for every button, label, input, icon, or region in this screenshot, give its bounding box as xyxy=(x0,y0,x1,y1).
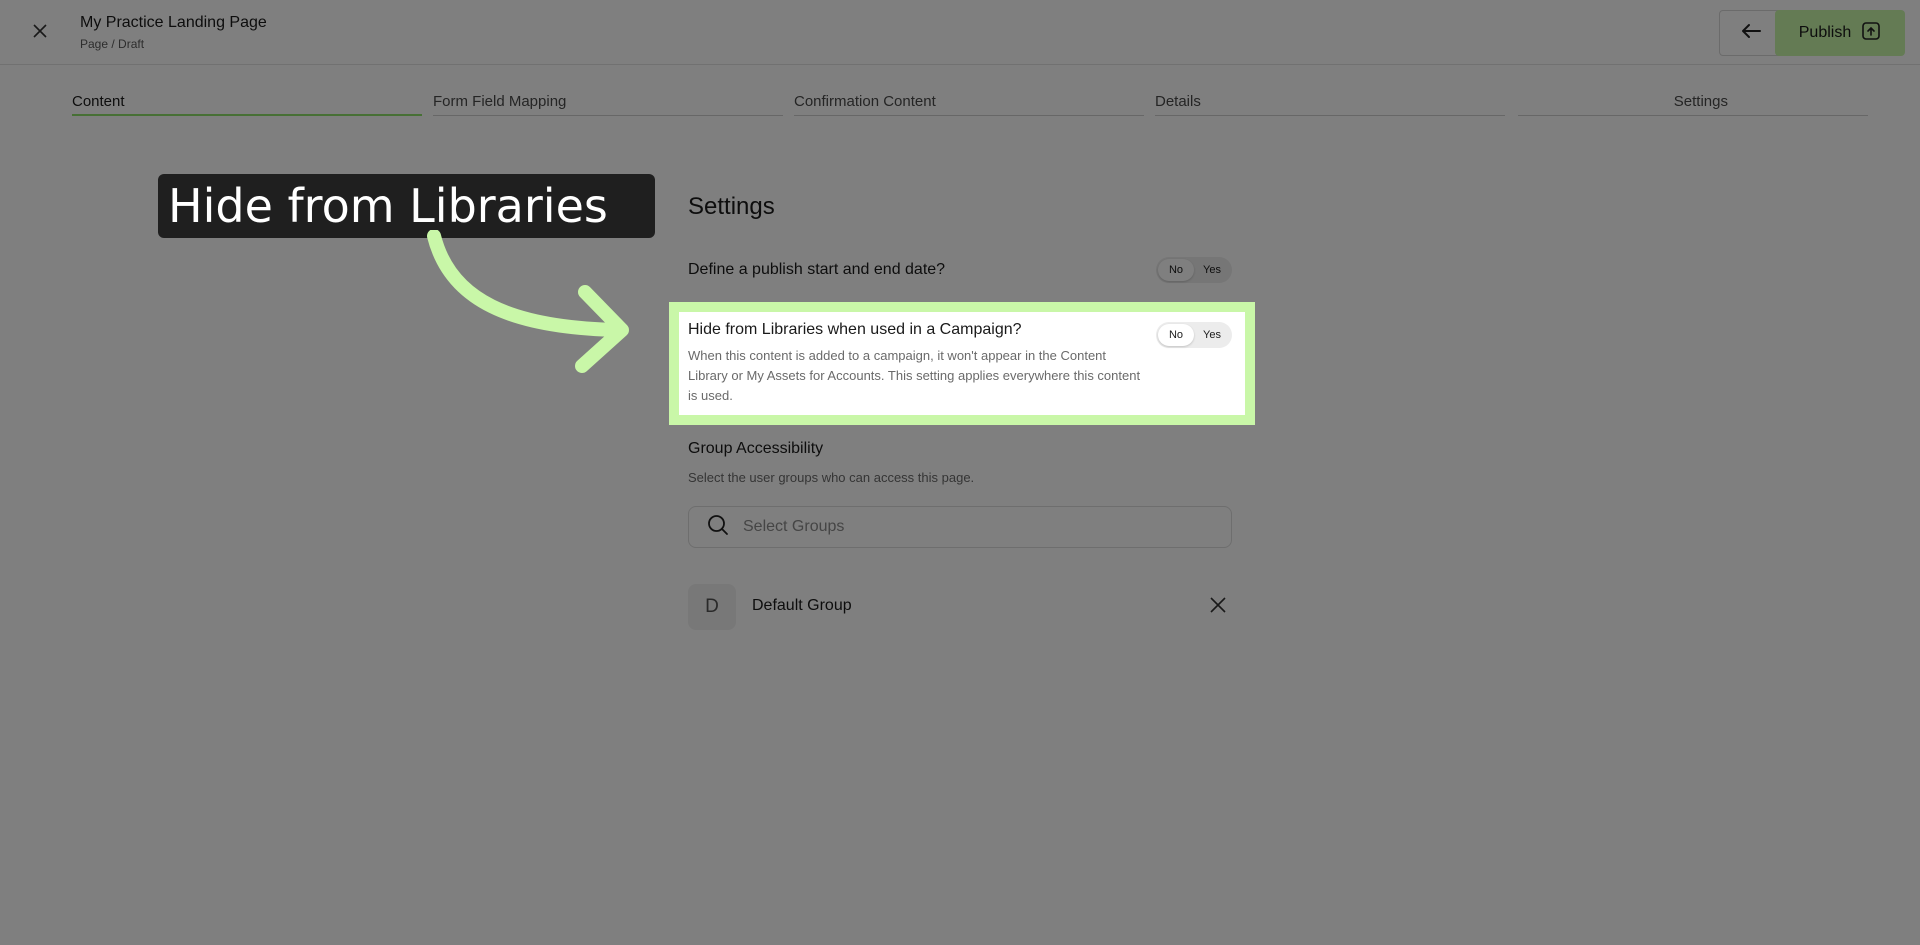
search-icon xyxy=(707,514,729,541)
toggle-option-no[interactable]: No xyxy=(1158,259,1194,281)
group-accessibility-heading: Group Accessibility xyxy=(688,440,824,457)
hide-libraries-toggle[interactable]: No Yes xyxy=(1156,322,1232,348)
remove-group-button[interactable] xyxy=(1204,593,1232,621)
publish-button[interactable]: Publish xyxy=(1775,10,1905,56)
back-button[interactable] xyxy=(1719,10,1783,56)
arrow-left-icon xyxy=(1741,23,1761,44)
select-groups-input[interactable] xyxy=(741,517,1201,537)
publish-label: Publish xyxy=(1798,24,1852,41)
app-window: My Practice Landing Page Page / Draft Pu… xyxy=(0,0,1920,945)
publish-icon xyxy=(1861,21,1881,46)
highlighted-setting-frame: Hide from Libraries when used in a Campa… xyxy=(669,302,1255,425)
tab-confirmation-content[interactable]: Confirmation Content xyxy=(794,92,1144,116)
top-header: My Practice Landing Page Page / Draft Pu… xyxy=(0,0,1920,65)
toggle-option-no[interactable]: No xyxy=(1158,324,1194,346)
publish-date-toggle[interactable]: No Yes xyxy=(1156,257,1232,283)
group-avatar: D xyxy=(688,584,736,630)
guide-arrow-icon xyxy=(427,230,629,373)
tab-form-field-mapping[interactable]: Form Field Mapping xyxy=(433,92,783,116)
tab-content[interactable]: Content xyxy=(72,92,422,116)
hide-libraries-label: Hide from Libraries when used in a Campa… xyxy=(688,321,1022,338)
close-button[interactable] xyxy=(24,17,56,49)
close-icon xyxy=(1210,596,1226,618)
toggle-option-yes[interactable]: Yes xyxy=(1194,259,1230,281)
close-icon xyxy=(33,23,47,43)
group-name: Default Group xyxy=(752,597,852,614)
guide-callout: Hide from Libraries xyxy=(158,174,655,238)
tab-bar: Content Form Field Mapping Confirmation … xyxy=(72,92,1868,116)
group-accessibility-description: Select the user groups who can access th… xyxy=(688,470,975,485)
tab-settings[interactable]: Settings xyxy=(1518,92,1868,116)
title-block: My Practice Landing Page Page / Draft xyxy=(80,13,267,51)
publish-date-label: Define a publish start and end date? xyxy=(688,261,946,278)
settings-heading: Settings xyxy=(688,193,775,220)
hide-libraries-setting: Hide from Libraries when used in a Campa… xyxy=(688,320,1232,406)
group-list-item: D Default Group xyxy=(688,584,1232,630)
toggle-option-yes[interactable]: Yes xyxy=(1194,324,1230,346)
tab-details[interactable]: Details xyxy=(1155,92,1505,116)
page-title: My Practice Landing Page xyxy=(80,14,267,31)
publish-date-setting: Define a publish start and end date? No … xyxy=(688,257,1232,290)
select-groups-search[interactable] xyxy=(688,506,1232,548)
breadcrumb: Page / Draft xyxy=(80,37,145,51)
hide-libraries-description: When this content is added to a campaign… xyxy=(688,348,1141,403)
